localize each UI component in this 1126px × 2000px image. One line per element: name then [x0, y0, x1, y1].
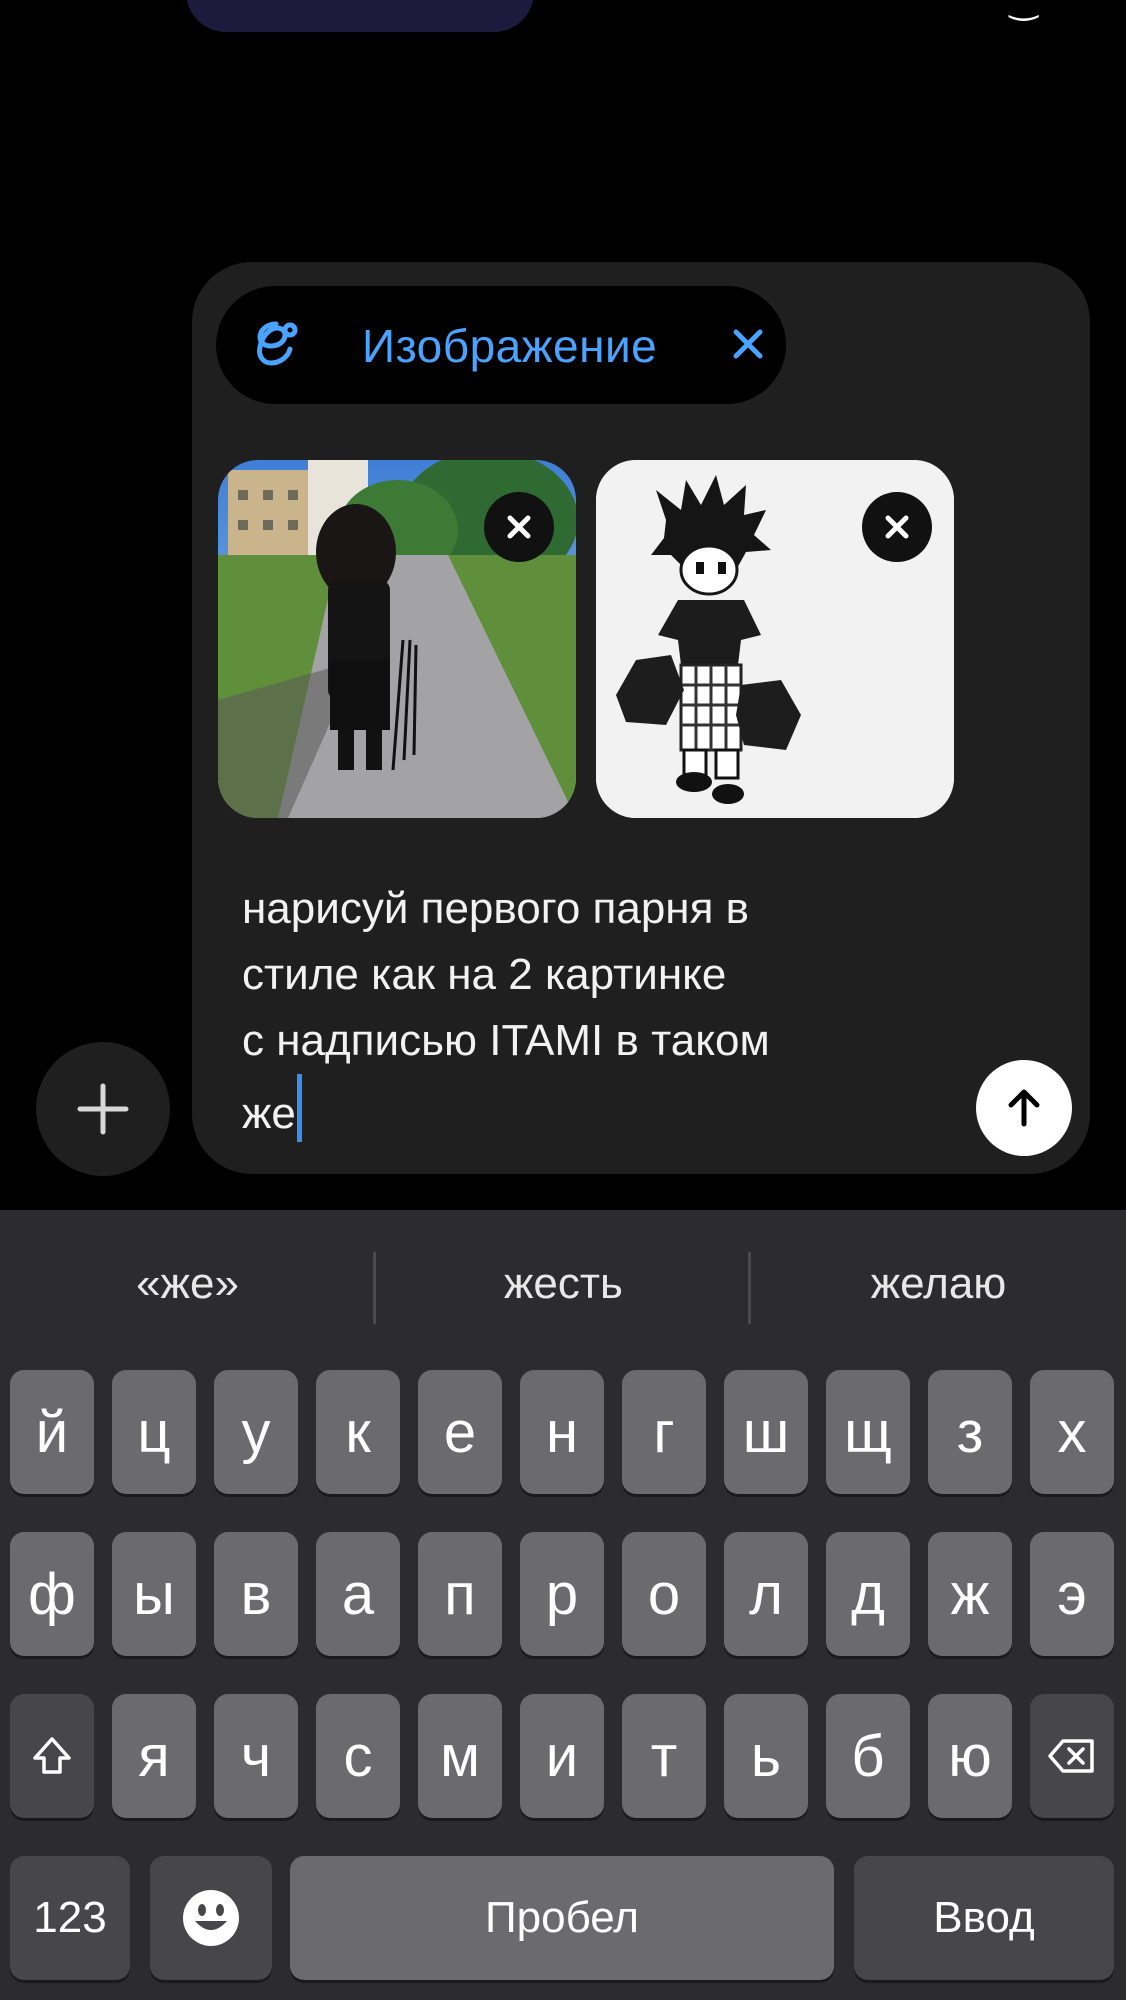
emoji-key[interactable] — [150, 1856, 272, 1980]
attachment-drawing-thumbnail[interactable] — [596, 460, 954, 818]
suggestion-2[interactable]: жесть — [376, 1210, 751, 1358]
arrow-up-icon — [1008, 1089, 1040, 1127]
key[interactable]: п — [418, 1532, 502, 1656]
add-attachment-button[interactable] — [36, 1042, 170, 1176]
plus-icon — [77, 1083, 129, 1135]
shift-icon — [33, 1737, 71, 1774]
key[interactable]: ч — [214, 1694, 298, 1818]
message-input[interactable]: нарисуй первого парня в стиле как на 2 к… — [242, 876, 862, 1147]
keyboard: «же» жесть желаю й ц у к е н г ш щ з х ф… — [0, 1210, 1126, 2000]
key[interactable]: е — [418, 1370, 502, 1494]
send-button[interactable] — [976, 1060, 1072, 1156]
numbers-key[interactable]: 123 — [10, 1856, 130, 1980]
key[interactable]: я — [112, 1694, 196, 1818]
key[interactable]: в — [214, 1532, 298, 1656]
chip-close-icon[interactable] — [728, 324, 768, 364]
close-icon — [885, 515, 909, 539]
key[interactable]: н — [520, 1370, 604, 1494]
status-glyph: ⁐ — [1010, 0, 1038, 21]
key[interactable]: ф — [10, 1532, 94, 1656]
message-composer: Изображение нарисуй первого парня в стил… — [192, 262, 1090, 1174]
space-key[interactable]: Пробел — [290, 1856, 834, 1980]
key[interactable]: б — [826, 1694, 910, 1818]
key[interactable]: щ — [826, 1370, 910, 1494]
key[interactable]: с — [316, 1694, 400, 1818]
backspace-icon — [1048, 1739, 1094, 1773]
image-mode-chip[interactable]: Изображение — [216, 286, 786, 404]
key[interactable]: и — [520, 1694, 604, 1818]
image-generation-icon — [257, 321, 298, 366]
key[interactable]: р — [520, 1532, 604, 1656]
key[interactable]: ш — [724, 1370, 808, 1494]
suggestion-1[interactable]: «же» — [0, 1210, 375, 1358]
text-caret — [296, 1074, 302, 1142]
message-line: нарисуй первого парня в — [242, 884, 750, 933]
key[interactable]: у — [214, 1370, 298, 1494]
message-line-last: же — [242, 1074, 862, 1147]
key[interactable]: л — [724, 1532, 808, 1656]
emoji-icon — [183, 1890, 239, 1946]
key[interactable]: ы — [112, 1532, 196, 1656]
key[interactable]: м — [418, 1694, 502, 1818]
key[interactable]: д — [826, 1532, 910, 1656]
key[interactable]: э — [1030, 1532, 1114, 1656]
message-line: же — [242, 1089, 296, 1138]
key[interactable]: а — [316, 1532, 400, 1656]
key[interactable]: ю — [928, 1694, 1012, 1818]
key[interactable]: ц — [112, 1370, 196, 1494]
key[interactable]: г — [622, 1370, 706, 1494]
key[interactable]: ж — [928, 1532, 1012, 1656]
key[interactable]: т — [622, 1694, 706, 1818]
remove-attachment-button[interactable] — [862, 492, 932, 562]
close-icon — [507, 515, 531, 539]
backspace-key[interactable] — [1030, 1694, 1114, 1818]
key[interactable]: к — [316, 1370, 400, 1494]
top-pill — [186, 0, 534, 32]
message-line: с надписью ITAMI в таком — [242, 1016, 770, 1065]
suggestion-3[interactable]: желаю — [751, 1210, 1126, 1358]
key[interactable]: ь — [724, 1694, 808, 1818]
key[interactable]: з — [928, 1370, 1012, 1494]
key[interactable]: й — [10, 1370, 94, 1494]
attachment-photo-thumbnail[interactable] — [218, 460, 576, 818]
message-line: стиле как на 2 картинке — [242, 950, 727, 999]
return-key[interactable]: Ввод — [854, 1856, 1114, 1980]
chip-label: Изображение — [362, 320, 658, 372]
key[interactable]: х — [1030, 1370, 1114, 1494]
key[interactable]: о — [622, 1532, 706, 1656]
remove-attachment-button[interactable] — [484, 492, 554, 562]
shift-key[interactable] — [10, 1694, 94, 1818]
